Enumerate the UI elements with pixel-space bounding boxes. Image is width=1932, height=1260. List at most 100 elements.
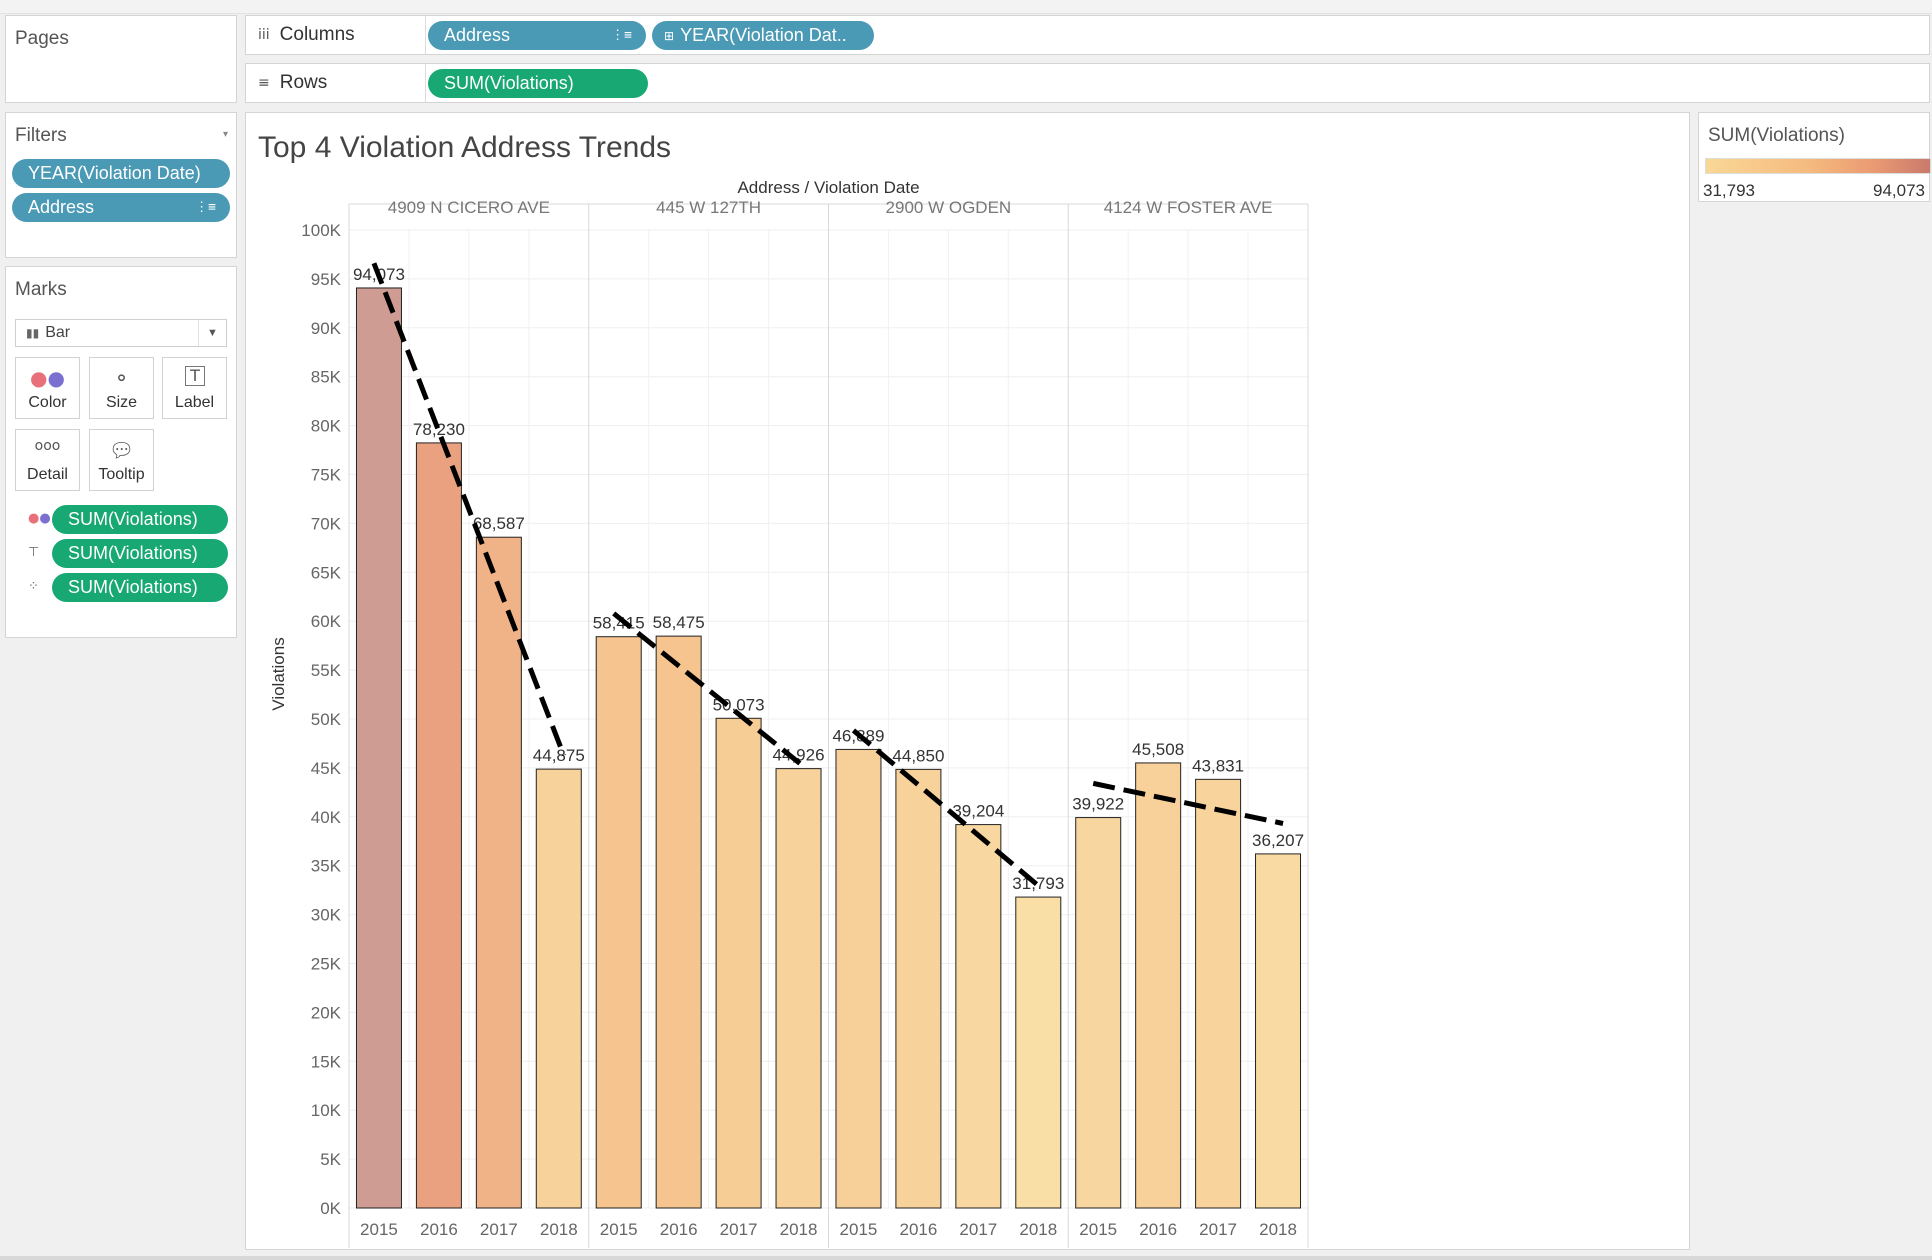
columns-pill-address-label: Address [444, 25, 511, 45]
marks-field-detail[interactable]: SUM(Violations) [52, 573, 228, 602]
label-text-icon: T [185, 366, 205, 386]
y-tick-label: 70K [311, 514, 342, 533]
bar [415, 442, 462, 1209]
rows-label: Rows [279, 72, 328, 93]
bar [955, 824, 1002, 1209]
legend-gradient-bar [1705, 158, 1931, 174]
y-tick-label: 5K [320, 1150, 341, 1169]
x-tick-label: 2016 [420, 1220, 458, 1239]
x-tick-label: 2017 [959, 1220, 997, 1239]
x-tick-label: 2016 [1139, 1220, 1177, 1239]
y-tick-label: 45K [311, 759, 342, 778]
legend-min: 31,793 [1703, 181, 1755, 200]
bar [595, 636, 642, 1209]
rows-pill-sum-violations[interactable]: SUM(Violations) [428, 69, 648, 98]
x-tick-label: 2017 [1199, 1220, 1237, 1239]
y-tick-label: 20K [311, 1003, 342, 1022]
bar [775, 768, 822, 1209]
bar [895, 768, 942, 1209]
marks-label-button[interactable]: T Label [162, 357, 227, 419]
filters-card: Filters ▾ YEAR(Violation Date) Address ⋮… [5, 112, 237, 258]
color-dots-icon: ●● [30, 366, 65, 390]
data-label: 36,207 [1252, 831, 1304, 850]
columns-shelf[interactable]: iii Columns Address ⋮≡ ⊞ YEAR(Violation … [245, 15, 1930, 55]
columns-pill-address[interactable]: Address ⋮≡ [428, 21, 646, 50]
group-header-label: 4124 W FOSTER AVE [1104, 198, 1273, 217]
marks-field-color-label: SUM(Violations) [68, 509, 198, 529]
bar [1195, 778, 1242, 1209]
y-tick-label: 25K [311, 955, 342, 974]
filter-pill-address-label: Address [28, 197, 95, 217]
columns-shelf-label: iii Columns [246, 16, 426, 54]
expand-plus-icon: ⊞ [664, 28, 675, 43]
data-label: 31,793 [1012, 874, 1064, 893]
bar [1015, 896, 1062, 1209]
pages-title: Pages [15, 28, 69, 49]
label-text-icon: ⊤ [28, 545, 40, 560]
marks-tooltip-button[interactable]: 💬︎ Tooltip [89, 429, 154, 491]
data-label: 45,508 [1132, 740, 1184, 759]
y-tick-label: 10K [311, 1101, 342, 1120]
y-axis-label: Violations [269, 637, 288, 710]
marks-detail-button[interactable]: ooo Detail [15, 429, 80, 491]
columns-pill-year-label: YEAR(Violation Dat.. [680, 25, 847, 45]
filters-title: Filters [15, 125, 67, 146]
marks-title: Marks [15, 279, 67, 300]
marks-size-button[interactable]: ⚬ Size [89, 357, 154, 419]
x-tick-label: 2015 [840, 1220, 878, 1239]
y-tick-label: 50K [311, 710, 342, 729]
columns-icon: iii [258, 27, 270, 43]
marks-detail-label: Detail [27, 466, 68, 483]
bar [475, 536, 522, 1209]
x-tick-label: 2017 [720, 1220, 758, 1239]
bar [535, 768, 582, 1209]
y-tick-label: 35K [311, 857, 342, 876]
data-label: 58,475 [653, 613, 705, 632]
data-label: 39,922 [1072, 795, 1124, 814]
sort-desc-icon: ⋮≡ [611, 28, 632, 43]
x-tick-label: 2015 [600, 1220, 638, 1239]
bar-chart-icon: ▮▮ [26, 326, 40, 340]
detail-dots-icon: ⁘ [28, 579, 39, 594]
x-tick-label: 2016 [660, 1220, 698, 1239]
marks-field-color[interactable]: SUM(Violations) [52, 505, 228, 534]
rows-pill-label: SUM(Violations) [444, 73, 574, 93]
columns-pill-year[interactable]: ⊞ YEAR(Violation Dat.. [652, 21, 874, 50]
bar [655, 635, 702, 1209]
y-tick-label: 30K [311, 906, 342, 925]
mark-type-dropdown[interactable]: ▮▮ Bar ▼ [15, 319, 227, 347]
chevron-down-icon[interactable]: ▼ [198, 320, 226, 346]
group-header-label: 445 W 127TH [656, 198, 761, 217]
x-tick-label: 2018 [1019, 1220, 1057, 1239]
x-tick-label: 2015 [1079, 1220, 1117, 1239]
y-tick-label: 95K [311, 270, 342, 289]
y-tick-label: 40K [311, 808, 342, 827]
y-tick-label: 55K [311, 661, 342, 680]
sort-desc-icon: ⋮≡ [195, 200, 216, 215]
detail-dots-icon: ooo [34, 438, 61, 454]
chart-view[interactable]: Top 4 Violation Address Trends 0K 5K 10K 15… [245, 112, 1690, 1250]
marks-color-button[interactable]: ●● Color [15, 357, 80, 419]
filters-menu-caret-icon[interactable]: ▾ [223, 129, 228, 140]
marks-card: Marks ▮▮ Bar ▼ ●● Color ⚬ Size T Label o… [5, 266, 237, 638]
rows-shelf[interactable]: ≡ Rows SUM(Violations) [245, 63, 1930, 103]
y-tick-label: 0K [320, 1199, 341, 1218]
columns-label: Columns [279, 24, 355, 45]
bar [355, 287, 402, 1209]
rows-icon: ≡ [258, 75, 270, 91]
filter-pill-address[interactable]: Address ⋮≡ [12, 193, 230, 222]
legend-title: SUM(Violations) [1708, 125, 1845, 146]
marks-label-label: Label [174, 394, 215, 411]
color-legend: SUM(Violations) 31,793 94,073 [1698, 112, 1931, 202]
x-tick-label: 2015 [360, 1220, 398, 1239]
filter-pill-year[interactable]: YEAR(Violation Date) [12, 159, 230, 188]
marks-field-label-label: SUM(Violations) [68, 543, 198, 563]
violations-bar-chart[interactable]: 0K 5K 10K 15K 20K 25K 30K 35K 40K 45K 50K 55K 60K 65K… [246, 113, 1689, 1249]
top-toolbar-strip [0, 0, 1932, 14]
marks-field-label[interactable]: SUM(Violations) [52, 539, 228, 568]
bar [715, 717, 762, 1209]
tooltip-bubble-icon: 💬︎ [108, 438, 135, 462]
marks-field-detail-label: SUM(Violations) [68, 577, 198, 597]
marks-tooltip-label: Tooltip [98, 466, 145, 483]
pages-card: Pages [5, 15, 237, 103]
